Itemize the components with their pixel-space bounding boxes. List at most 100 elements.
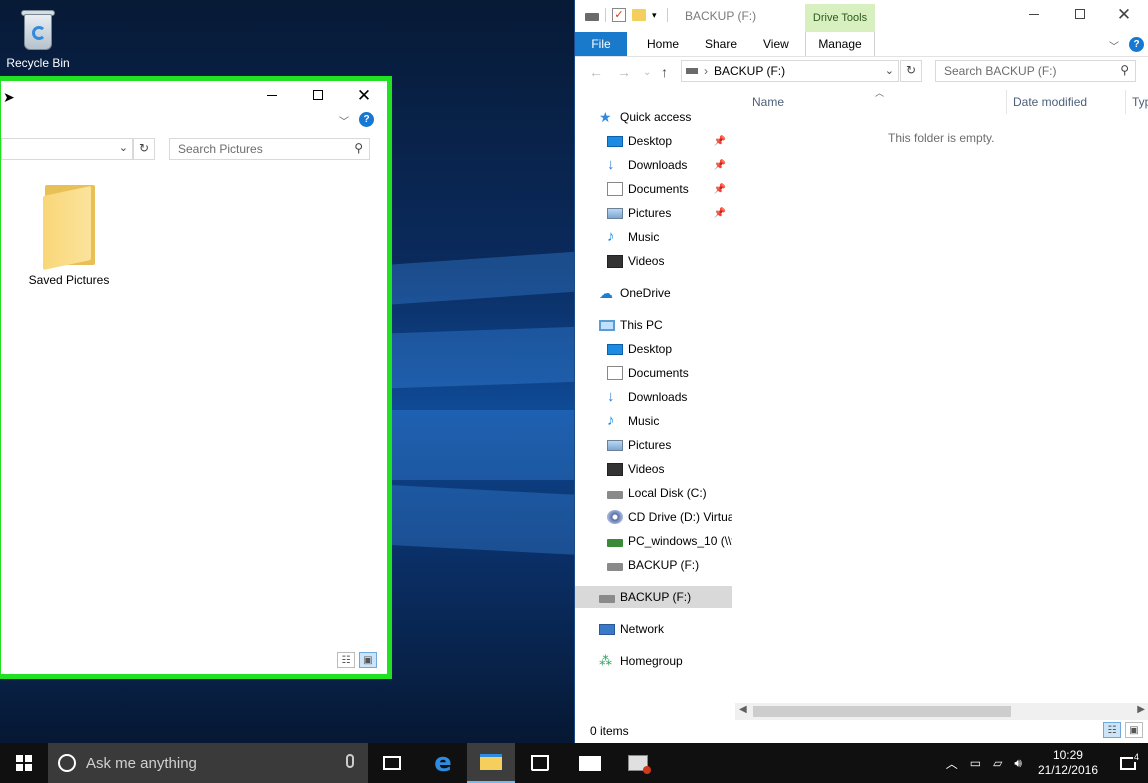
nav-pc-music[interactable]: ♪ Music bbox=[575, 410, 732, 432]
videos-icon bbox=[607, 254, 623, 268]
scroll-left-arrow-icon[interactable]: ◀ bbox=[739, 704, 747, 715]
action-center-button[interactable]: 4 bbox=[1108, 751, 1148, 770]
nav-pc-downloads[interactable]: ↓ Downloads bbox=[575, 386, 732, 408]
column-divider[interactable] bbox=[1006, 90, 1007, 114]
network-tray-icon[interactable]: ▱ bbox=[993, 756, 1002, 770]
backup-window[interactable]: ✓ ▾ BACKUP (F:) Drive Tools ✕ File Home … bbox=[574, 0, 1148, 743]
horizontal-scrollbar[interactable]: ◀ ▶ bbox=[735, 703, 1148, 720]
pictures-title-bar[interactable]: ➤ ✕ bbox=[1, 81, 387, 109]
nav-network-drive[interactable]: PC_windows_10 (\\v bbox=[575, 530, 732, 552]
up-arrow-icon[interactable]: ↑ bbox=[661, 64, 668, 80]
nav-pc-desktop[interactable]: Desktop bbox=[575, 338, 732, 360]
nav-quick-pictures[interactable]: Pictures 📌 bbox=[575, 202, 732, 224]
address-dropdown-chevron-icon[interactable]: ⌄ bbox=[119, 141, 128, 154]
microphone-icon[interactable] bbox=[346, 754, 354, 768]
nav-quick-videos[interactable]: Videos bbox=[575, 250, 732, 272]
customize-qat-chevron-icon[interactable]: ▾ bbox=[652, 10, 657, 21]
star-icon: ★ bbox=[599, 109, 612, 125]
minimize-button[interactable] bbox=[249, 81, 295, 109]
column-header-name[interactable]: Name bbox=[752, 95, 784, 109]
backup-address-bar[interactable]: › BACKUP (F:) ⌄ bbox=[681, 60, 899, 82]
folder-label: Saved Pictures bbox=[28, 273, 110, 287]
tab-file[interactable]: File bbox=[575, 32, 627, 56]
nav-quick-desktop[interactable]: Desktop 📌 bbox=[575, 130, 732, 152]
pictures-search-input[interactable]: Search Pictures ⚲ bbox=[169, 138, 370, 160]
details-view-button[interactable]: ☷ bbox=[337, 652, 355, 668]
network-icon bbox=[599, 623, 615, 635]
back-arrow-icon[interactable]: ← bbox=[589, 64, 603, 80]
expand-ribbon-chevron-icon[interactable]: ﹀ bbox=[339, 113, 349, 128]
pictures-address-row: ⌄ ↻ Search Pictures ⚲ bbox=[1, 131, 387, 167]
nav-quick-access[interactable]: ★ Quick access bbox=[575, 106, 732, 128]
nav-label: Homegroup bbox=[620, 654, 683, 668]
edge-button[interactable]: e bbox=[419, 743, 467, 783]
nav-backup-f[interactable]: BACKUP (F:) bbox=[575, 586, 732, 608]
properties-icon[interactable]: ✓ bbox=[612, 8, 626, 22]
refresh-button[interactable]: ↻ bbox=[133, 138, 155, 160]
task-view-icon bbox=[383, 756, 401, 770]
battery-icon[interactable]: ▭ bbox=[970, 756, 981, 770]
forward-arrow-icon[interactable]: → bbox=[617, 64, 631, 80]
nav-this-pc[interactable]: This PC bbox=[575, 314, 732, 336]
tab-share[interactable]: Share bbox=[693, 32, 749, 56]
address-dropdown-chevron-icon[interactable]: ⌄ bbox=[885, 64, 894, 77]
nav-pc-backup-f[interactable]: BACKUP (F:) bbox=[575, 554, 732, 576]
nav-network[interactable]: Network bbox=[575, 618, 732, 640]
nav-cd-drive-d[interactable]: CD Drive (D:) Virtua bbox=[575, 506, 732, 528]
pictures-window[interactable]: ➤ ✕ ﹀ ? ⌄ ↻ Search Pictures ⚲ Saved Pict… bbox=[0, 76, 392, 679]
volume-icon[interactable]: 🔊︎ bbox=[1014, 756, 1022, 771]
scroll-right-arrow-icon[interactable]: ▶ bbox=[1137, 704, 1145, 715]
drive-icon bbox=[585, 13, 599, 21]
new-folder-icon[interactable] bbox=[632, 9, 646, 21]
backup-search-input[interactable]: Search BACKUP (F:) ⚲ bbox=[935, 60, 1136, 82]
maximize-button[interactable] bbox=[1057, 0, 1103, 28]
file-explorer-button[interactable] bbox=[467, 743, 515, 783]
column-header-date-modified[interactable]: Date modified bbox=[1013, 95, 1087, 109]
maximize-button[interactable] bbox=[295, 81, 341, 109]
nav-pc-pictures[interactable]: Pictures bbox=[575, 434, 732, 456]
nav-label: Quick access bbox=[620, 110, 692, 124]
help-icon[interactable]: ? bbox=[1129, 37, 1144, 52]
folder-saved-pictures[interactable]: Saved Pictures bbox=[19, 185, 119, 287]
column-divider[interactable] bbox=[1125, 90, 1126, 114]
nav-quick-music[interactable]: ♪ Music bbox=[575, 226, 732, 248]
mail-button[interactable] bbox=[566, 743, 614, 783]
recent-locations-chevron-icon[interactable]: ⌄ bbox=[643, 67, 651, 78]
nav-local-disk-c[interactable]: Local Disk (C:) bbox=[575, 482, 732, 504]
help-icon[interactable]: ? bbox=[359, 112, 374, 127]
clock[interactable]: 10:29 21/12/2016 bbox=[1038, 748, 1098, 778]
scrollbar-thumb[interactable] bbox=[753, 706, 1011, 717]
nav-onedrive[interactable]: ☁ OneDrive bbox=[575, 282, 732, 304]
nav-quick-documents[interactable]: Documents 📌 bbox=[575, 178, 732, 200]
nav-homegroup[interactable]: ⁂ Homegroup bbox=[575, 650, 732, 672]
tab-manage[interactable]: Manage bbox=[805, 32, 875, 56]
tab-view[interactable]: View bbox=[751, 32, 801, 56]
refresh-button[interactable]: ↻ bbox=[900, 60, 922, 82]
start-button[interactable] bbox=[0, 743, 48, 783]
expand-ribbon-chevron-icon[interactable]: ﹀ bbox=[1109, 38, 1119, 53]
cortana-search-box[interactable]: Ask me anything bbox=[48, 743, 368, 783]
backup-title-bar[interactable]: ✓ ▾ BACKUP (F:) Drive Tools ✕ bbox=[575, 0, 1148, 32]
network-drive-icon bbox=[607, 539, 623, 547]
large-icons-view-button[interactable]: ▣ bbox=[359, 652, 377, 668]
tab-home[interactable]: Home bbox=[635, 32, 691, 56]
nav-quick-downloads[interactable]: ↓ Downloads 📌 bbox=[575, 154, 732, 176]
nav-label: Downloads bbox=[628, 158, 688, 172]
nav-label: Music bbox=[628, 414, 660, 428]
pictures-address-bar[interactable]: ⌄ bbox=[1, 138, 133, 160]
show-hidden-icons-chevron-icon[interactable]: ︿ bbox=[946, 755, 958, 772]
store-button[interactable] bbox=[516, 743, 564, 783]
column-header-type[interactable]: Type bbox=[1132, 95, 1148, 109]
notification-count-badge: 4 bbox=[1132, 751, 1140, 762]
nav-pc-documents[interactable]: Documents bbox=[575, 362, 732, 384]
large-icons-view-button[interactable]: ▣ bbox=[1125, 722, 1143, 738]
close-button[interactable]: ✕ bbox=[1101, 0, 1147, 28]
details-view-button[interactable]: ☷ bbox=[1103, 722, 1121, 738]
minimize-button[interactable] bbox=[1011, 0, 1057, 28]
recycle-bin-shortcut[interactable]: Recycle Bin bbox=[6, 6, 70, 70]
task-view-button[interactable] bbox=[368, 743, 416, 783]
breadcrumb-current[interactable]: BACKUP (F:) bbox=[714, 64, 785, 78]
nav-pc-videos[interactable]: Videos bbox=[575, 458, 732, 480]
close-button[interactable]: ✕ bbox=[341, 81, 387, 109]
app-button[interactable] bbox=[614, 743, 662, 783]
